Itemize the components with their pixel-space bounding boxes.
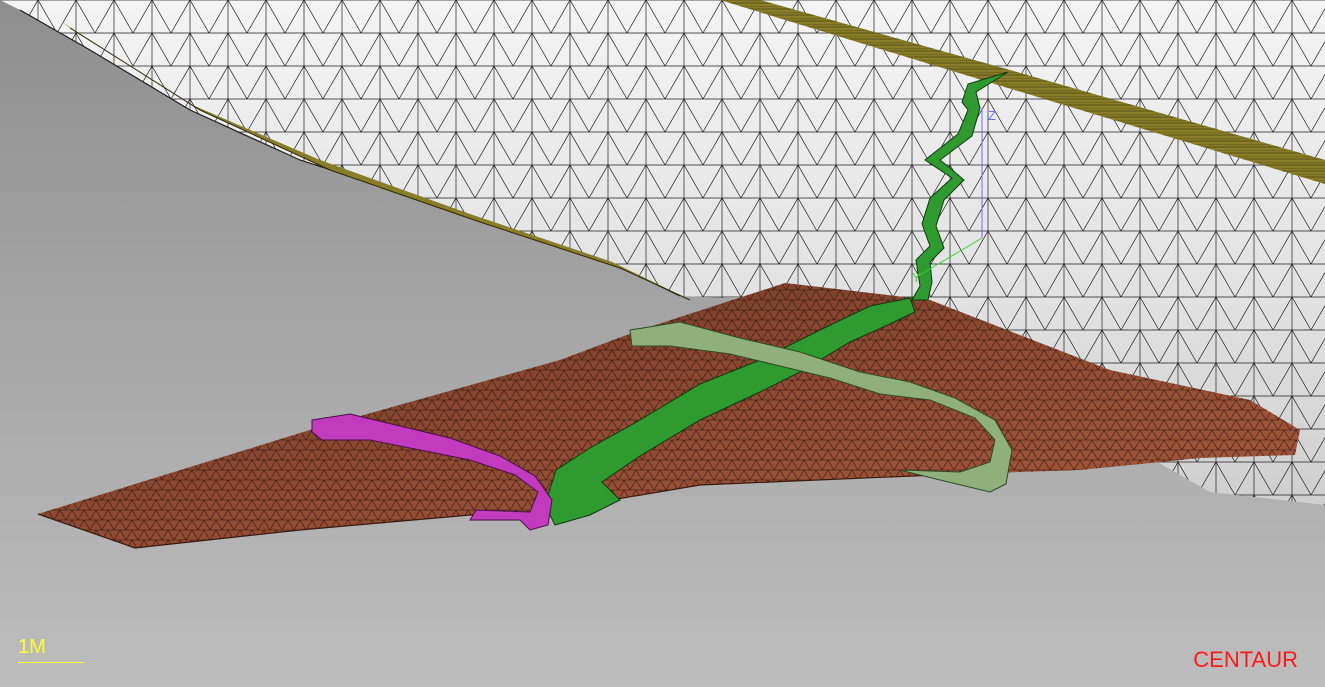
scale-label: 1M bbox=[18, 636, 46, 658]
mesh-scene[interactable]: Y Z bbox=[0, 0, 1325, 687]
brand-label: CENTAUR bbox=[1193, 647, 1298, 672]
scale-bar: 1M bbox=[18, 636, 86, 663]
z-axis-label: Z bbox=[988, 108, 996, 123]
graphics-viewport[interactable]: Y Z 1M CENTAUR bbox=[0, 0, 1325, 687]
scale-line bbox=[18, 662, 84, 663]
y-axis-label: Y bbox=[912, 270, 921, 285]
